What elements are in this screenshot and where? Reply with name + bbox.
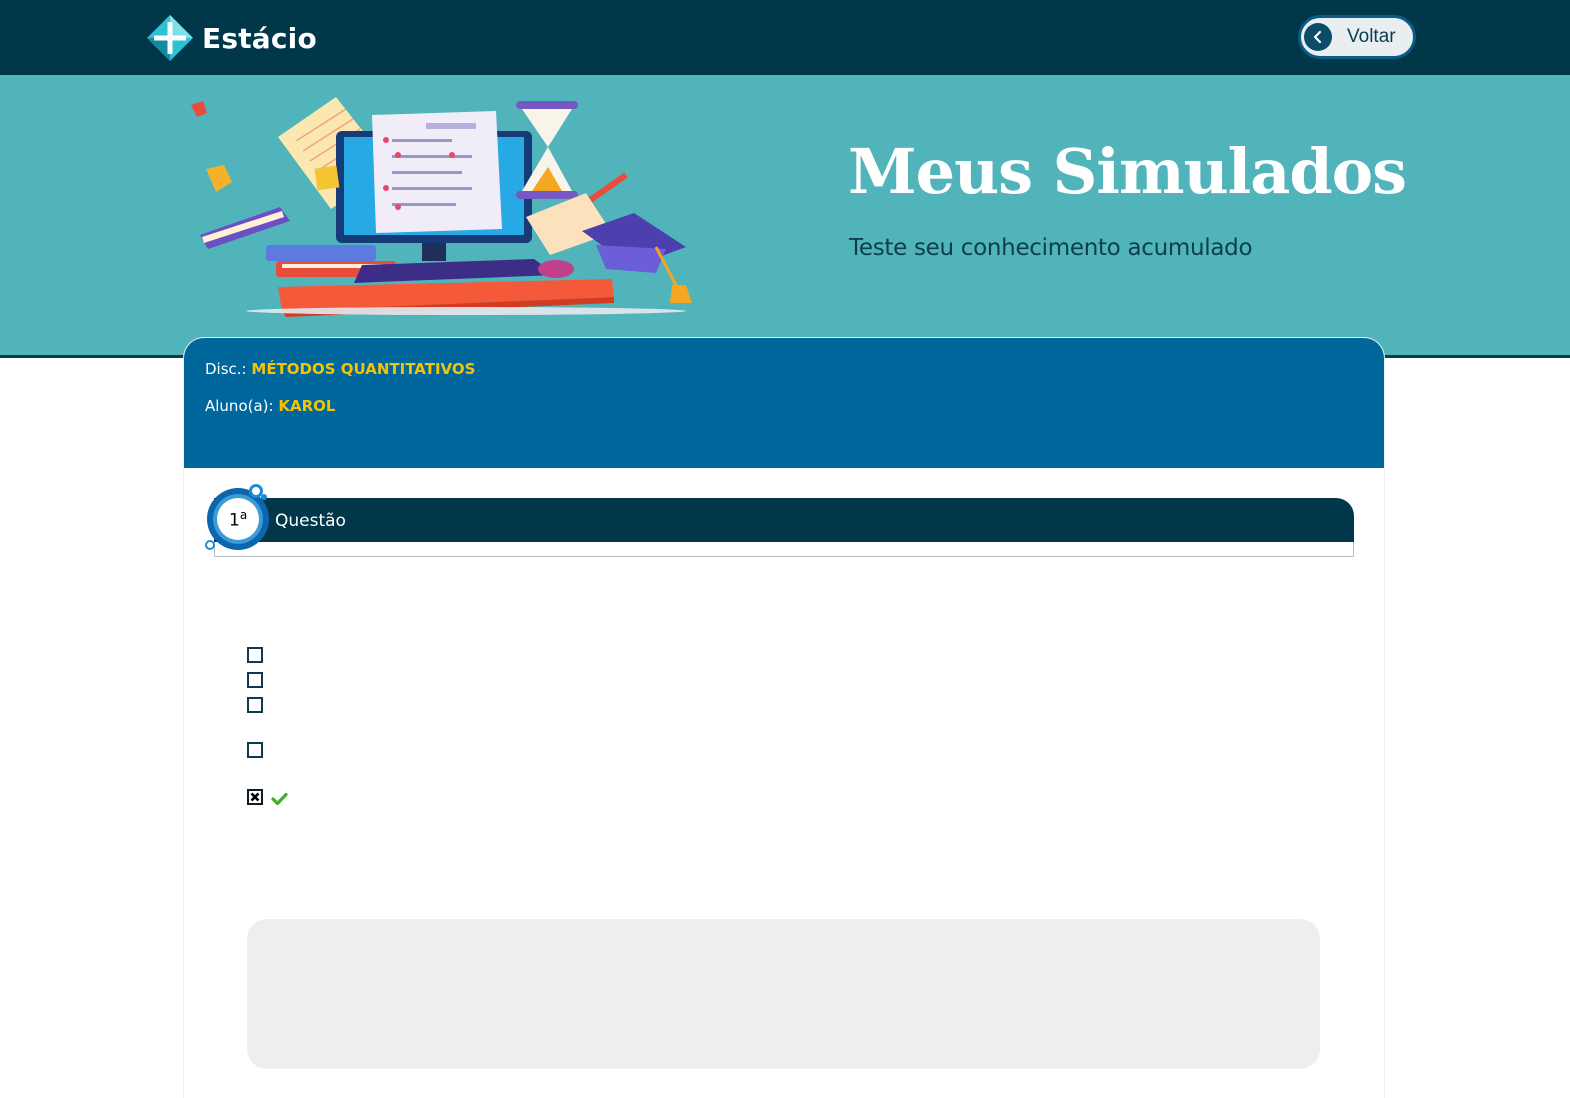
estacio-logo[interactable]: Estácio — [146, 14, 317, 62]
estacio-logo-icon — [147, 15, 193, 61]
discipline-value: MÉTODOS QUANTITATIVOS — [251, 360, 476, 378]
option-checkbox[interactable] — [247, 647, 263, 663]
question-number-value: 1 — [229, 510, 240, 531]
answer-feedback-box — [247, 919, 1320, 1069]
back-button[interactable]: Voltar — [1298, 15, 1416, 59]
question-header-underline — [214, 542, 1354, 557]
page-title: Meus Simulados — [848, 135, 1407, 208]
student-label: Aluno(a): — [205, 397, 274, 415]
back-button-label: Voltar — [1347, 26, 1396, 47]
correct-check-icon — [271, 792, 288, 806]
logo-text: Estácio — [202, 21, 317, 55]
top-navbar: Estácio Voltar — [0, 0, 1570, 75]
question-header-bar — [214, 498, 1354, 542]
study-computer-illustration — [191, 97, 692, 317]
discipline-label: Disc.: — [205, 360, 247, 378]
option-checkbox[interactable] — [247, 742, 263, 758]
student-row: Aluno(a): KAROL — [205, 397, 335, 415]
hero-banner: Meus Simulados Teste seu conhecimento ac… — [0, 75, 1570, 358]
question-ordinal: a — [239, 508, 248, 522]
discipline-row: Disc.: MÉTODOS QUANTITATIVOS — [205, 360, 475, 378]
card-header: Disc.: MÉTODOS QUANTITATIVOS Aluno(a): K… — [184, 338, 1384, 468]
question-number: 1a — [229, 508, 247, 531]
chevron-left-icon — [1304, 23, 1332, 51]
question-label: Questão — [275, 511, 346, 531]
option-checkbox[interactable] — [247, 672, 263, 688]
x-mark-icon — [250, 792, 260, 802]
option-checkbox-selected[interactable] — [247, 789, 263, 805]
quiz-card: Disc.: MÉTODOS QUANTITATIVOS Aluno(a): K… — [184, 338, 1384, 1098]
page-subtitle: Teste seu conhecimento acumulado — [849, 235, 1253, 261]
option-checkbox[interactable] — [247, 697, 263, 713]
student-value: KAROL — [278, 397, 336, 415]
